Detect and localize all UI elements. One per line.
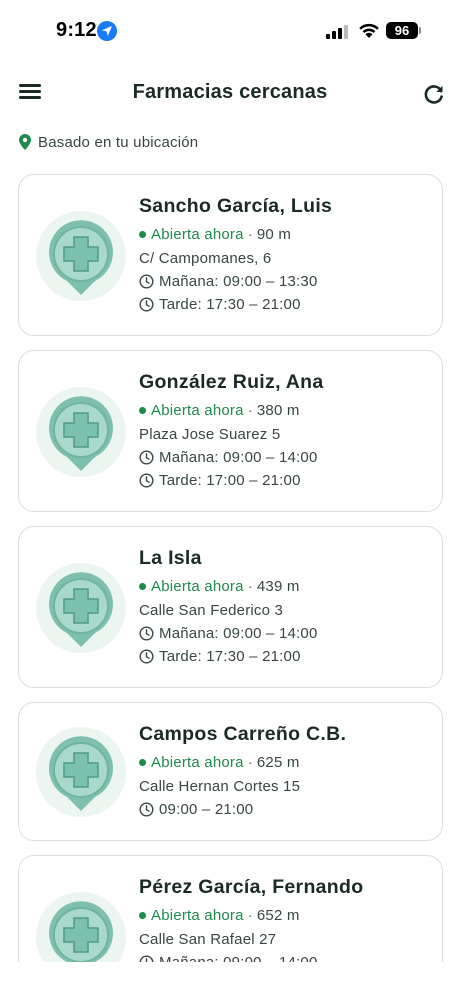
pharmacy-status-line: Abierta ahora · 90 m [139,223,432,245]
hours-line: Mañana: 09:00 – 14:00 [139,622,432,645]
hours-line: Tarde: 17:30 – 21:00 [139,645,432,668]
hours-text: Tarde: 17:30 – 21:00 [159,648,301,665]
hours-text: 09:00 – 21:00 [159,801,254,818]
hours-line: Tarde: 17:00 – 21:00 [139,469,432,492]
open-status-text: Abierta ahora [151,753,244,771]
open-status-text: Abierta ahora [151,401,244,419]
pharmacy-cross-pin-icon [36,727,126,817]
hours-line: Mañana: 09:00 – 14:00 [139,446,432,469]
pharmacy-address: Calle San Rafael 27 [139,931,277,948]
battery-icon: 96 [386,22,418,39]
hours-line: Tarde: 17:30 – 21:00 [139,293,432,316]
separator: · [247,753,253,771]
pharmacy-card[interactable]: Sancho García, Luis Abierta ahora · 90 m… [18,174,443,336]
clock-icon [139,626,154,641]
pharmacy-cross-pin-icon [36,387,126,477]
open-status-dot [139,911,146,919]
status-bar: 9:12 96 [0,0,460,62]
location-note: Basado en tu ubicación [19,132,198,152]
distance-text: 90 m [256,225,292,243]
hours-text: Tarde: 17:00 – 21:00 [159,472,301,489]
separator: · [247,401,253,419]
pharmacy-name: La Isla [139,547,202,569]
clock-icon [139,802,154,817]
pharmacy-list: Sancho García, Luis Abierta ahora · 90 m… [18,174,443,962]
pharmacy-cross-pin-icon [36,211,126,301]
hours-text: Mañana: 09:00 – 14:00 [159,449,318,466]
hours-text: Mañana: 09:00 – 13:30 [159,273,318,290]
pharmacy-name: Sancho García, Luis [139,195,333,217]
pharmacy-card[interactable]: La Isla Abierta ahora · 439 m Calle San … [18,526,443,688]
hours-line: Mañana: 09:00 – 13:30 [139,270,432,293]
pharmacy-name: González Ruiz, Ana [139,371,324,393]
hours-line: Mañana: 09:00 – 14:00 [139,951,432,962]
distance-text: 625 m [256,753,300,771]
refresh-icon[interactable] [421,81,447,107]
battery-cap [419,27,421,34]
open-status-text: Abierta ahora [151,577,244,595]
hours-text: Mañana: 09:00 – 14:00 [159,954,318,962]
location-arrow-icon [97,21,117,41]
distance-text: 652 m [256,906,300,924]
clock-icon [139,297,154,312]
pharmacy-address: Plaza Jose Suarez 5 [139,426,281,443]
location-note-text: Basado en tu ubicación [38,133,199,151]
clock-icon [139,955,154,962]
clock-icon [139,450,154,465]
separator: · [247,225,253,243]
open-status-dot [139,758,146,766]
pharmacy-card[interactable]: Campos Carreño C.B. Abierta ahora · 625 … [18,702,443,841]
pharmacy-card[interactable]: Pérez García, Fernando Abierta ahora · 6… [18,855,443,962]
pharmacy-card[interactable]: González Ruiz, Ana Abierta ahora · 380 m… [18,350,443,512]
open-status-dot [139,582,146,590]
hours-text: Tarde: 17:30 – 21:00 [159,296,301,313]
clock-icon [139,649,154,664]
pharmacy-address: Calle Hernan Cortes 15 [139,778,301,795]
pharmacy-name: Campos Carreño C.B. [139,723,347,745]
open-status-dot [139,406,146,414]
hours-text: Mañana: 09:00 – 14:00 [159,625,318,642]
open-status-dot [139,230,146,238]
status-time: 9:12 [56,19,97,41]
separator: · [247,577,253,595]
app-bar: Farmacias cercanas [0,70,460,116]
distance-text: 439 m [256,577,300,595]
hours-line: 09:00 – 21:00 [139,798,432,821]
clock-icon [139,274,154,289]
pharmacy-address: Calle San Federico 3 [139,602,284,619]
pharmacy-status-line: Abierta ahora · 625 m [139,751,432,773]
pharmacy-address: C/ Campomanes, 6 [139,250,272,267]
cellular-signal-icon [326,25,348,39]
pharmacy-name: Pérez García, Fernando [139,876,364,898]
pharmacy-status-line: Abierta ahora · 380 m [139,399,432,421]
location-pin-icon [19,134,31,150]
pharmacy-status-line: Abierta ahora · 439 m [139,575,432,597]
pharmacy-cross-pin-icon [36,563,126,653]
pharmacy-status-line: Abierta ahora · 652 m [139,904,432,926]
clock-icon [139,473,154,488]
wifi-icon [359,23,379,38]
pharmacy-cross-pin-icon [36,892,126,962]
open-status-text: Abierta ahora [151,225,244,243]
separator: · [247,906,253,924]
open-status-text: Abierta ahora [151,906,244,924]
distance-text: 380 m [256,401,300,419]
bottom-area [0,962,460,998]
page-title: Farmacias cercanas [132,81,328,103]
